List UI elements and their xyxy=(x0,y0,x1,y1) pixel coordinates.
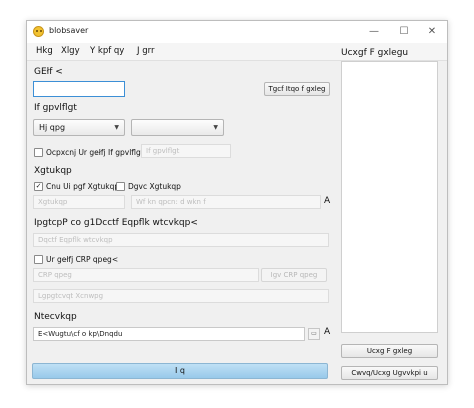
current-versions-checkbox[interactable]: ✓ xyxy=(34,182,43,191)
identifier-label: If gpvlflgt xyxy=(34,103,77,113)
get-apnonce-button[interactable]: Igv CRP qpeg xyxy=(261,268,327,282)
title-bar: blobsaver — ☐ ✕ xyxy=(27,21,447,43)
menu-item-file[interactable]: Hkg xyxy=(36,46,53,56)
apnonce-checkbox[interactable] xyxy=(34,255,43,264)
beta-version-checkbox[interactable] xyxy=(116,182,125,191)
generator-input[interactable]: Lgpgtcvqt Xcnwpg xyxy=(33,289,329,303)
maximize-button[interactable]: ☐ xyxy=(389,21,419,43)
device-type-value: Hj qpg xyxy=(39,123,66,132)
menu-item-help[interactable]: J grr xyxy=(137,46,154,56)
identifier-checkbox-label: Ocpxcnj Ur gełfj If gpvlflgt< xyxy=(46,148,151,157)
window-title: blobsaver xyxy=(49,26,89,35)
save-device-button[interactable]: Ucxg F gxleg xyxy=(341,344,438,358)
current-versions-label: Cnu Ui pgf Xgtukqpu xyxy=(46,182,124,191)
minimize-button[interactable]: — xyxy=(359,21,389,43)
saved-devices-title: Ucxgf F gxlegu xyxy=(341,48,409,58)
identifier-checkbox[interactable] xyxy=(34,148,43,157)
menu-item-edit[interactable]: Xlgy xyxy=(61,46,80,56)
menu-item-window[interactable]: Y kpf qy xyxy=(90,46,124,56)
save-path-label: Ntecvkqp xyxy=(34,312,77,322)
save-path-input[interactable]: E<Wugtu\cf o kp\Dnqdu xyxy=(33,327,305,341)
app-window: blobsaver — ☐ ✕ Hkg Xlgy Y kpf qy J grr … xyxy=(26,20,448,385)
device-type-select[interactable]: Hj qpg ▼ xyxy=(33,119,125,136)
board-config-input[interactable]: Dqctf Eqpflk wtcvkqp xyxy=(33,233,329,247)
board-config-label: IpgtcpP co g1Dcctf Eqpflk wtcvkqp< xyxy=(34,218,198,228)
read-from-device-button[interactable]: Tgcf Itqo f gxleg xyxy=(264,82,330,96)
close-button[interactable]: ✕ xyxy=(417,21,447,43)
auto-save-settings-button[interactable]: Cwvq/Ucxg Ugvvkpi u xyxy=(341,366,438,380)
versions-label: Xgtukqp xyxy=(34,166,72,176)
apnonce-input[interactable]: CRP qpeg xyxy=(33,268,259,282)
chevron-down-icon: ▼ xyxy=(213,124,218,131)
build-input[interactable]: Wf kn qpcn: d wkn f xyxy=(131,195,321,209)
app-logo-icon xyxy=(33,26,44,37)
saved-devices-list[interactable] xyxy=(341,61,438,333)
device-model-select[interactable]: ▼ xyxy=(131,119,224,136)
chevron-down-icon: ▼ xyxy=(114,124,119,131)
beta-version-label: Dgvc Xgtukqp xyxy=(128,182,181,191)
apnonce-checkbox-label: Ur gełfj CRP qpeg< xyxy=(46,255,119,264)
version-input[interactable]: Xgtukqp xyxy=(33,195,125,209)
go-button[interactable]: I q xyxy=(32,363,328,379)
ecid-label: GEłf < xyxy=(34,67,63,77)
identifier-input[interactable]: If gpvlflgt xyxy=(141,144,231,158)
ecid-input[interactable] xyxy=(33,81,125,97)
save-path-side-label: A xyxy=(324,327,331,337)
build-side-label: A xyxy=(324,196,331,206)
folder-icon[interactable]: ▭ xyxy=(308,328,320,340)
